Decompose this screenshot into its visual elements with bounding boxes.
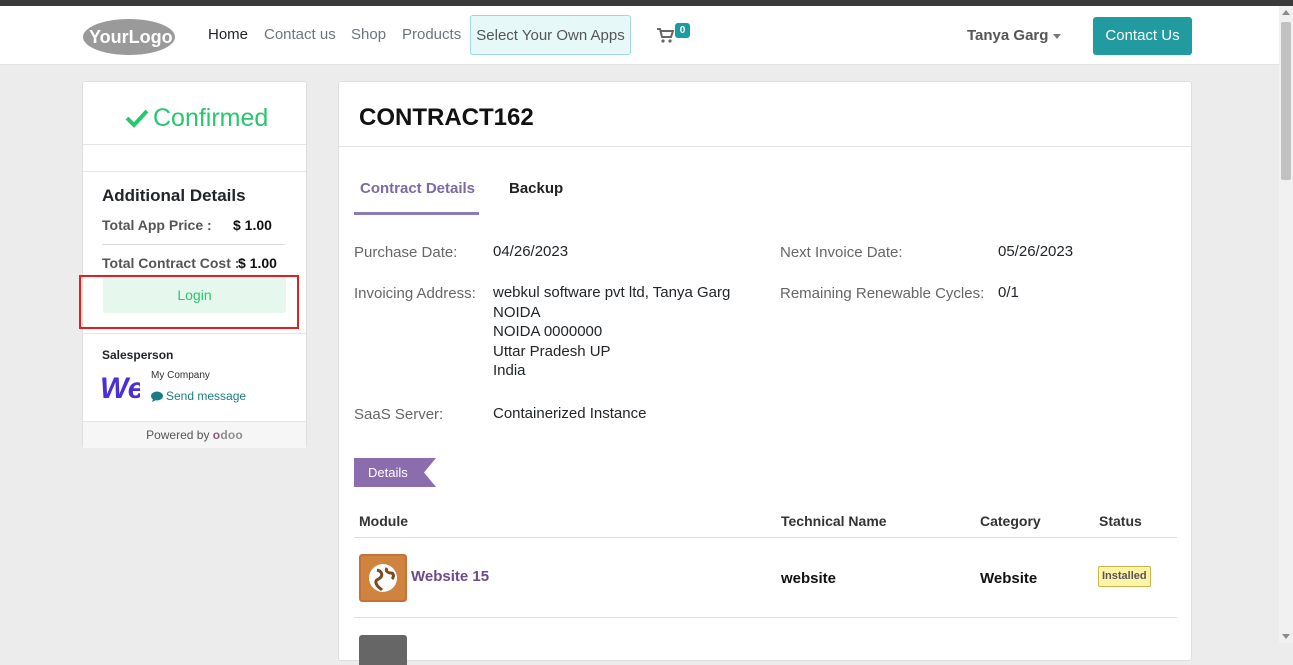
status-confirmed: Confirmed	[125, 104, 268, 133]
divider	[339, 146, 1191, 147]
invoicing-address-value: webkul software pvt ltd, Tanya Garg NOID…	[493, 283, 730, 381]
odoo-logo[interactable]: odoo	[213, 428, 243, 442]
divider	[83, 171, 306, 172]
column-header-technical-name: Technical Name	[781, 513, 887, 529]
tab-backup[interactable]: Backup	[509, 180, 563, 197]
column-header-status: Status	[1099, 513, 1142, 529]
table-header-divider	[354, 537, 1177, 538]
column-header-module: Module	[359, 513, 408, 529]
total-contract-cost-label: Total Contract Cost :	[102, 255, 240, 271]
module-name-link[interactable]: Website 15	[411, 568, 489, 585]
divider	[102, 244, 285, 245]
page-scrollbar[interactable]	[1279, 6, 1293, 643]
nav-contact-us[interactable]: Contact us	[264, 26, 336, 43]
contract-detail-card: CONTRACT162 Contract Details Backup Purc…	[338, 81, 1192, 665]
caret-down-icon[interactable]	[1053, 34, 1061, 39]
contract-title: CONTRACT162	[359, 104, 534, 131]
details-tag-text: Details	[368, 465, 408, 480]
purchase-date-label: Purchase Date:	[354, 244, 458, 261]
powered-by-footer: Powered by odoo	[83, 421, 306, 448]
saas-server-value: Containerized Instance	[493, 405, 647, 422]
address-line: India	[493, 362, 526, 379]
highlight-box	[79, 275, 299, 329]
company-name: My Company	[151, 370, 210, 381]
powered-by-text: Powered by	[146, 428, 210, 442]
address-line: NOIDA 0000000	[493, 323, 603, 340]
invoicing-address-label: Invoicing Address:	[354, 285, 476, 302]
module-icon	[359, 635, 407, 665]
total-app-price-label: Total App Price :	[102, 217, 212, 233]
odoo-logo-rest: doo	[220, 428, 243, 442]
details-section-tag: Details	[354, 458, 436, 487]
nav-home[interactable]: Home	[208, 26, 248, 43]
scroll-down-arrow-icon[interactable]	[1282, 634, 1290, 639]
purchase-date-value: 04/26/2023	[493, 243, 569, 260]
svg-text:We: We	[102, 372, 140, 403]
category-cell: Website	[980, 570, 1038, 587]
address-line: webkul software pvt ltd, Tanya Garg	[493, 284, 731, 301]
next-invoice-date-value: 05/26/2023	[998, 243, 1074, 260]
tab-contract-details[interactable]: Contract Details	[360, 180, 475, 197]
divider	[83, 333, 306, 334]
contract-summary-card: Confirmed Additional Details Total App P…	[79, 81, 307, 448]
checkmark-icon	[125, 109, 149, 128]
logo-text: YourLogo	[89, 27, 173, 47]
scroll-up-arrow-icon[interactable]	[1282, 10, 1290, 15]
cart-count-badge: 0	[675, 23, 690, 38]
additional-details-heading: Additional Details	[102, 186, 246, 205]
user-menu[interactable]: Tanya Garg	[967, 27, 1048, 44]
your-logo[interactable]: YourLogo	[82, 18, 176, 56]
navbar: YourLogo Home Contact us Shop Products S…	[0, 6, 1279, 65]
total-app-price-value: $ 1.00	[233, 217, 272, 233]
address-line: Uttar Pradesh UP	[493, 342, 611, 360]
technical-name-cell: website	[781, 570, 837, 587]
table-row-divider	[354, 617, 1177, 618]
next-invoice-date-label: Next Invoice Date:	[780, 244, 903, 261]
send-message-link[interactable]: Send message	[151, 389, 246, 403]
status-badge: Installed	[1098, 566, 1151, 587]
salesperson-avatar: We	[102, 371, 140, 403]
select-apps-button[interactable]: Select Your Own Apps	[470, 15, 631, 55]
shopping-cart-icon[interactable]	[656, 26, 674, 44]
address-line: NOIDA	[493, 303, 541, 321]
contact-us-button[interactable]: Contact Us	[1093, 17, 1192, 55]
remaining-cycles-value: 0/1	[998, 284, 1019, 301]
remaining-cycles-label: Remaining Renewable Cycles:	[780, 285, 985, 302]
scroll-thumb[interactable]	[1281, 22, 1291, 180]
globe-icon	[359, 554, 407, 602]
column-header-category: Category	[980, 513, 1041, 529]
send-message-text: Send message	[166, 389, 247, 403]
saas-server-label: SaaS Server:	[354, 406, 444, 423]
status-text: Confirmed	[153, 104, 269, 132]
nav-products[interactable]: Products	[402, 26, 461, 43]
salesperson-label: Salesperson	[102, 348, 174, 362]
divider	[83, 144, 306, 145]
chat-bubble-icon	[151, 391, 163, 402]
nav-shop[interactable]: Shop	[351, 26, 386, 43]
active-tab-indicator	[354, 212, 479, 215]
total-contract-cost-value: $ 1.00	[238, 255, 277, 271]
